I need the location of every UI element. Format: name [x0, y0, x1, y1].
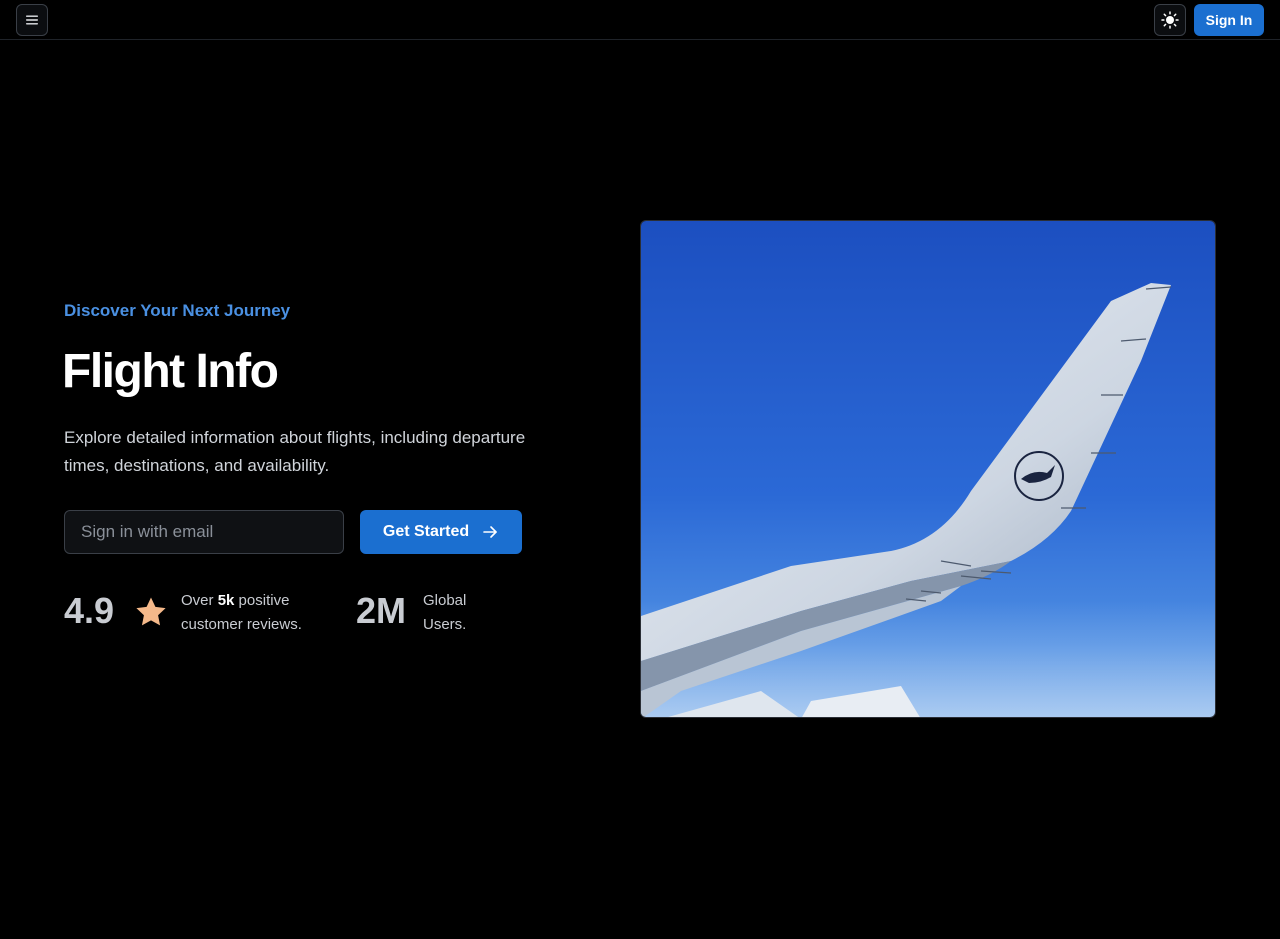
rating-value: 4.9	[64, 590, 115, 631]
airplane-wing-image	[640, 220, 1216, 718]
get-started-button[interactable]: Get Started	[360, 510, 522, 554]
sign-in-button[interactable]: Sign In	[1194, 4, 1264, 36]
hero-description: Explore detailed information about fligh…	[64, 428, 526, 475]
star-icon	[136, 597, 166, 626]
menu-button[interactable]	[16, 4, 48, 36]
rating-count: 5k	[217, 592, 235, 609]
arrow-right-icon	[483, 526, 497, 538]
theme-toggle-button[interactable]	[1154, 4, 1186, 36]
email-input[interactable]	[64, 510, 344, 554]
users-value: 2M	[356, 590, 407, 631]
rating-prefix: Over	[181, 592, 214, 609]
users-label: Global Users.	[423, 592, 467, 633]
rating-description: Over 5k positive customer reviews.	[181, 589, 341, 637]
sun-icon	[1161, 11, 1179, 29]
top-navigation-bar: Sign In	[0, 0, 1280, 40]
hero-eyebrow: Discover Your Next Journey	[64, 301, 291, 320]
hamburger-menu-icon	[26, 15, 38, 25]
get-started-label: Get Started	[382, 523, 470, 540]
page-title: Flight Info	[62, 345, 279, 398]
